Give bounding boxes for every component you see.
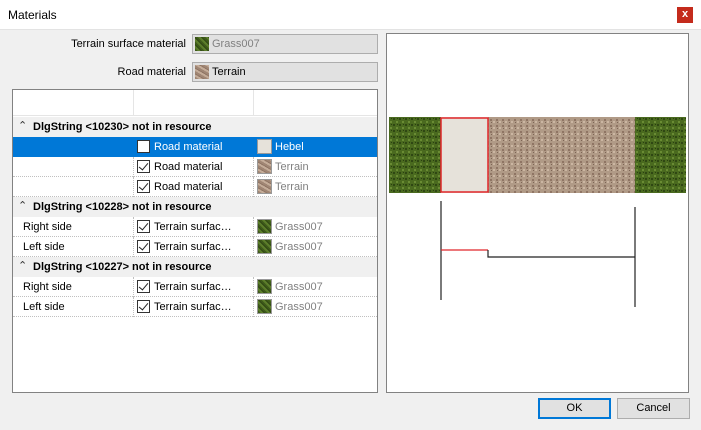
terrain-swatch-icon[interactable] xyxy=(257,179,272,194)
tree-header xyxy=(13,90,377,116)
row-type: Terrain surfac… xyxy=(154,301,232,313)
left-grass-strip xyxy=(389,117,441,193)
row-checkbox[interactable] xyxy=(137,280,150,293)
grass-swatch-icon[interactable] xyxy=(257,239,272,254)
window-title: Materials xyxy=(8,8,57,22)
table-row[interactable]: Left side Terrain surfac… Grass007 xyxy=(13,297,377,317)
row-material[interactable]: Grass007 xyxy=(275,221,323,233)
double-chevron-up-icon[interactable]: ⌃ xyxy=(18,119,27,132)
road-material-label: Road material xyxy=(117,66,186,78)
materials-tree[interactable]: ⌃ DlgString <10230> not in resource Road… xyxy=(12,89,378,393)
group-header-10227[interactable]: ⌃ DlgString <10227> not in resource xyxy=(13,257,377,277)
row-checkbox[interactable] xyxy=(137,160,150,173)
group-title: DlgString <10228> not in resource xyxy=(33,201,212,213)
group-title: DlgString <10230> not in resource xyxy=(33,121,212,133)
row-material[interactable]: Hebel xyxy=(275,141,304,153)
row-label: Left side xyxy=(23,241,65,253)
cancel-button[interactable]: Cancel xyxy=(617,398,690,419)
cross-section-preview xyxy=(386,33,689,393)
group-header-10230[interactable]: ⌃ DlgString <10230> not in resource xyxy=(13,117,377,137)
row-checkbox[interactable] xyxy=(137,240,150,253)
grass-swatch-icon[interactable] xyxy=(257,219,272,234)
terrain-swatch-icon[interactable] xyxy=(257,159,272,174)
group-title: DlgString <10227> not in resource xyxy=(33,261,212,273)
table-row[interactable]: Right side Terrain surfac… Grass007 xyxy=(13,217,377,237)
double-chevron-up-icon[interactable]: ⌃ xyxy=(18,199,27,212)
grass-swatch-icon[interactable] xyxy=(257,279,272,294)
road-material-value: Terrain xyxy=(212,66,246,78)
row-material[interactable]: Grass007 xyxy=(275,301,323,313)
table-row[interactable]: Left side Terrain surfac… Grass007 xyxy=(13,237,377,257)
row-label: Right side xyxy=(23,221,72,233)
hebel-swatch-icon[interactable] xyxy=(257,139,272,154)
road-material-field[interactable]: Terrain xyxy=(192,62,378,82)
terrain-surface-label: Terrain surface material xyxy=(71,38,186,50)
terrain-surface-field[interactable]: Grass007 xyxy=(192,34,378,54)
table-row[interactable]: Road material Terrain xyxy=(13,177,377,197)
profile-line xyxy=(487,250,635,258)
preview-canvas xyxy=(389,117,686,307)
row-type: Road material xyxy=(154,161,223,173)
row-checkbox[interactable] xyxy=(137,180,150,193)
double-chevron-up-icon[interactable]: ⌃ xyxy=(18,259,27,272)
row-material[interactable]: Grass007 xyxy=(275,281,323,293)
table-row[interactable]: Road material Terrain xyxy=(13,157,377,177)
row-material[interactable]: Terrain xyxy=(275,161,309,173)
table-row[interactable]: Road material Hebel xyxy=(13,137,377,157)
hebel-strip xyxy=(441,117,488,193)
column-separator[interactable] xyxy=(253,90,254,116)
group-header-10228[interactable]: ⌃ DlgString <10228> not in resource xyxy=(13,197,377,217)
row-checkbox[interactable] xyxy=(137,220,150,233)
row-type: Road material xyxy=(154,141,223,153)
table-row[interactable]: Right side Terrain surfac… Grass007 xyxy=(13,277,377,297)
row-type: Terrain surfac… xyxy=(154,221,232,233)
close-button[interactable]: x xyxy=(677,7,693,23)
row-type: Road material xyxy=(154,181,223,193)
row-material[interactable]: Terrain xyxy=(275,181,309,193)
road-strip xyxy=(488,117,635,193)
right-grass-strip xyxy=(635,117,686,193)
row-checkbox[interactable] xyxy=(137,300,150,313)
ok-button[interactable]: OK xyxy=(538,398,611,419)
row-label: Left side xyxy=(23,301,65,313)
row-material[interactable]: Grass007 xyxy=(275,241,323,253)
row-checkbox[interactable] xyxy=(137,140,150,153)
grass-swatch-icon xyxy=(195,37,209,51)
grass-swatch-icon[interactable] xyxy=(257,299,272,314)
row-label: Right side xyxy=(23,281,72,293)
row-type: Terrain surfac… xyxy=(154,241,232,253)
row-type: Terrain surfac… xyxy=(154,281,232,293)
terrain-swatch-icon xyxy=(195,65,209,79)
terrain-surface-value: Grass007 xyxy=(212,38,260,50)
column-separator[interactable] xyxy=(133,90,134,116)
title-bar: Materials x xyxy=(0,0,701,30)
